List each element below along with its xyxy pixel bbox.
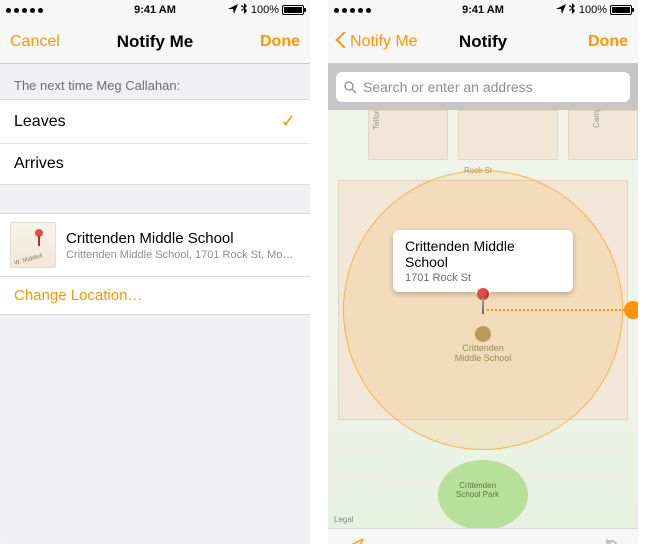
search-icon [344, 81, 357, 94]
change-location-button[interactable]: Change Location… [0, 277, 310, 315]
trigger-options-list: Leaves ✓ Arrives [0, 99, 310, 185]
section-header: The next time Meg Callahan: [0, 64, 310, 99]
school-poi-icon [475, 326, 491, 342]
pin-icon [35, 229, 43, 237]
search-bar-container: Search or enter an address [328, 64, 638, 110]
road-label-camp: Camp Ave [592, 110, 601, 128]
bottom-toolbar [328, 528, 638, 544]
location-card[interactable]: W. Middlefi Crittenden Middle School Cri… [0, 213, 310, 277]
legal-link[interactable]: Legal [334, 515, 354, 524]
signal-strength-icon [6, 8, 44, 13]
location-info: Crittenden Middle School Crittenden Midd… [66, 230, 296, 261]
status-bar: 9:41 AM 100% [328, 0, 638, 20]
signal-strength-icon [334, 8, 372, 13]
screen-notify-me: 9:41 AM 100% Cancel Notify Me Done The n… [0, 0, 310, 544]
current-location-button[interactable] [346, 538, 364, 544]
status-time: 9:41 AM [462, 4, 504, 16]
bluetooth-icon [569, 3, 576, 17]
location-arrow-icon [228, 4, 238, 17]
nav-bar: Notify Me Notify Done [328, 20, 638, 64]
option-label: Leaves [14, 113, 66, 131]
status-time: 9:41 AM [134, 4, 176, 16]
nav-bar: Cancel Notify Me Done [0, 20, 310, 64]
back-button[interactable]: Notify Me [338, 33, 418, 51]
search-input[interactable]: Search or enter an address [336, 72, 630, 102]
battery-pct: 100% [251, 4, 279, 16]
location-arrow-icon [556, 4, 566, 17]
map-callout[interactable]: Crittenden Middle School 1701 Rock St [393, 230, 573, 292]
nav-title: Notify [459, 32, 507, 52]
map-building [458, 110, 558, 160]
status-bar: 9:41 AM 100% [0, 0, 310, 20]
geofence-radius-handle[interactable] [624, 301, 638, 319]
location-map-thumbnail: W. Middlefi [10, 222, 56, 268]
content-area: The next time Meg Callahan: Leaves ✓ Arr… [0, 64, 310, 544]
done-button[interactable]: Done [588, 33, 628, 51]
battery-pct: 100% [579, 4, 607, 16]
chevron-left-icon [338, 34, 348, 50]
bluetooth-icon [241, 3, 248, 17]
back-label: Notify Me [350, 33, 418, 51]
map[interactable]: Telford Ave Camp Ave Rock St Crittenden … [328, 110, 638, 528]
status-right: 100% [556, 3, 632, 17]
road-label-telford: Telford Ave [372, 110, 381, 130]
option-arrives[interactable]: Arrives [0, 144, 310, 184]
callout-subtitle: 1701 Rock St [405, 272, 561, 284]
done-button[interactable]: Done [260, 33, 300, 51]
map-pin-icon [477, 288, 489, 300]
refresh-button[interactable] [602, 538, 620, 544]
battery-icon [282, 5, 304, 15]
map-building [568, 110, 638, 160]
screen-notify-map: 9:41 AM 100% Notify Me Notify Done Searc… [328, 0, 638, 544]
option-leaves[interactable]: Leaves ✓ [0, 100, 310, 144]
option-label: Arrives [14, 155, 64, 173]
battery-icon [610, 5, 632, 15]
search-placeholder: Search or enter an address [363, 79, 533, 95]
thumb-road-label: W. Middlefi [14, 253, 44, 266]
cancel-button[interactable]: Cancel [10, 33, 60, 51]
location-title: Crittenden Middle School [66, 230, 296, 247]
nav-title: Notify Me [117, 32, 194, 52]
geofence-radius-line [487, 309, 633, 311]
school-poi-label: Crittenden Middle School [455, 344, 512, 364]
park-label: Crittenden School Park [456, 482, 499, 500]
callout-title: Crittenden Middle School [405, 238, 561, 270]
status-right: 100% [228, 3, 304, 17]
checkmark-icon: ✓ [281, 111, 296, 132]
location-subtitle: Crittenden Middle School, 1701 Rock St, … [66, 249, 296, 261]
